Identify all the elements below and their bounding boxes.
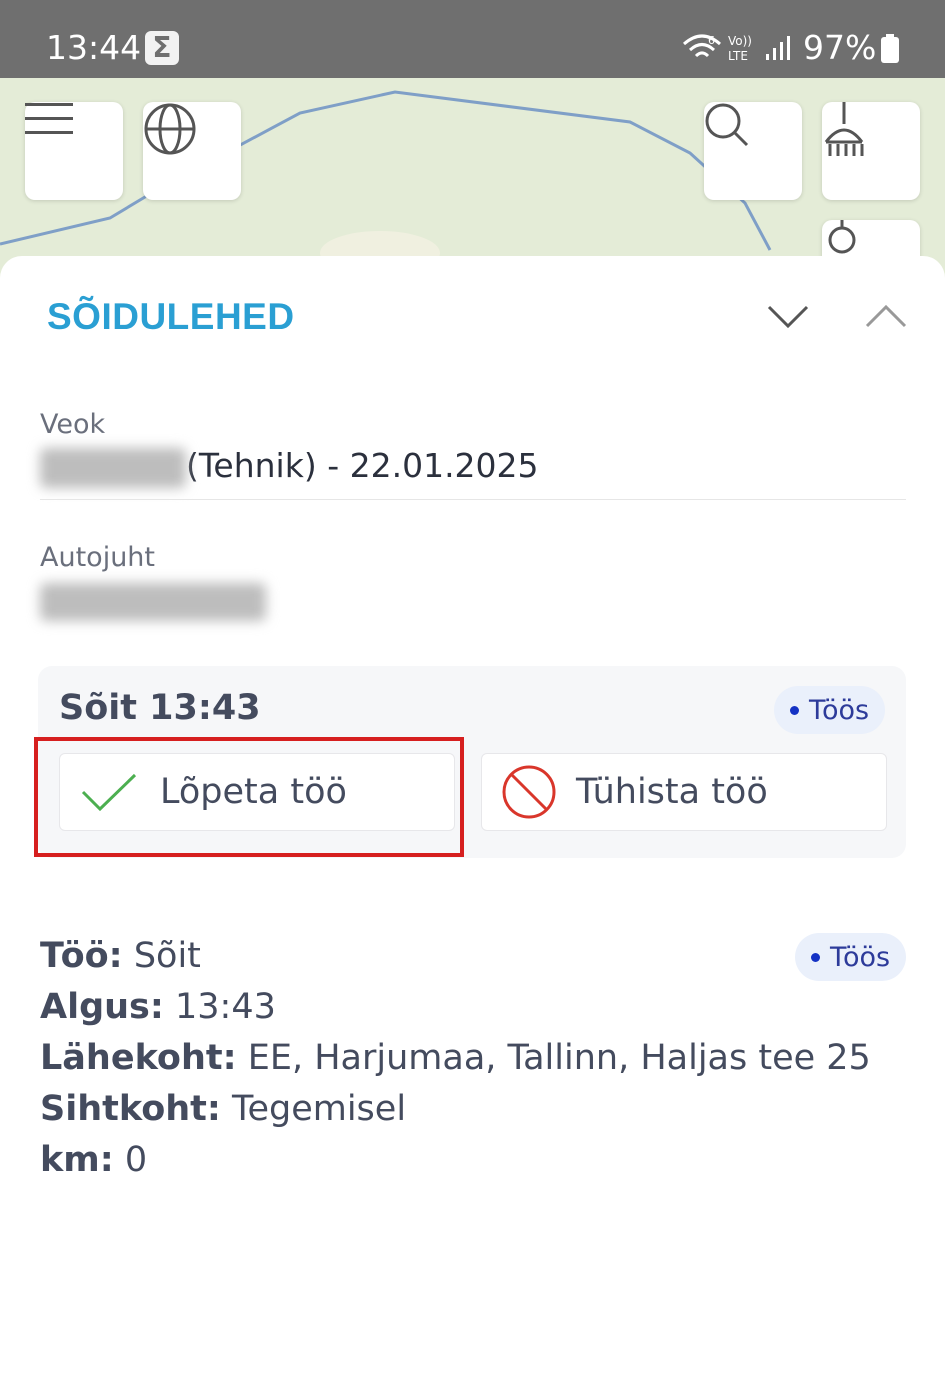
vehicle-underline [40, 499, 906, 500]
trip-title: Sõit 13:43 [59, 688, 261, 728]
cancel-job-button[interactable]: Tühista töö [481, 753, 887, 831]
driver-label: Autojuht [40, 542, 156, 573]
battery-icon [880, 34, 900, 68]
wifi-icon: 6 [682, 32, 722, 68]
job-status-badge-label: Töös [830, 941, 891, 973]
redacted-vehicle [40, 447, 186, 488]
chevron-up-icon[interactable] [864, 301, 908, 331]
map-view[interactable] [0, 78, 945, 278]
locate-icon [828, 220, 856, 254]
clear-map-button[interactable] [822, 102, 920, 200]
status-time: 13:44 [46, 28, 142, 67]
cancel-job-label: Tühista töö [576, 772, 768, 812]
menu-icon [25, 103, 73, 134]
signal-icon [764, 34, 792, 66]
search-icon [705, 103, 749, 147]
status-bar: 13:44 Σ 6 Vo)) LTE 97% [0, 0, 945, 78]
job-origin-row: Lähekoht: EE, Harjumaa, Tallinn, Haljas … [40, 1038, 871, 1078]
job-destination-row: Sihtkoht: Tegemisel [40, 1089, 407, 1129]
sheet-title: SÕIDULEHED [47, 296, 295, 337]
globe-icon [144, 103, 196, 155]
job-type-row: Töö: Sõit [40, 936, 201, 976]
sigma-icon: Σ [145, 31, 179, 65]
volte-icon: Vo)) LTE [728, 33, 758, 67]
svg-text:Vo)): Vo)) [728, 34, 752, 48]
search-button[interactable] [704, 102, 802, 200]
globe-button[interactable] [143, 102, 241, 200]
menu-button[interactable] [25, 102, 123, 200]
job-km-row: km: 0 [40, 1140, 148, 1180]
status-badge: Töös [774, 686, 886, 734]
job-start-row: Algus: 13:43 [40, 987, 276, 1027]
status-dot [790, 705, 799, 715]
prohibited-icon [502, 765, 556, 819]
redacted-driver [40, 582, 266, 621]
vehicle-label: Veok [40, 409, 106, 440]
broom-icon [824, 102, 864, 156]
vehicle-value-text: (Tehnik) - 22.01.2025 [186, 446, 539, 485]
driver-value[interactable] [40, 580, 266, 621]
job-status-dot [811, 952, 820, 962]
highlight-box [34, 737, 464, 857]
status-badge-label: Töös [809, 694, 870, 726]
battery-percent: 97% [803, 28, 877, 67]
svg-text:6: 6 [708, 34, 715, 47]
job-status-badge: Töös [795, 933, 907, 981]
chevron-down-icon[interactable] [766, 301, 810, 331]
vehicle-value[interactable]: (Tehnik) - 22.01.2025 [40, 446, 539, 488]
svg-text:LTE: LTE [728, 49, 748, 63]
